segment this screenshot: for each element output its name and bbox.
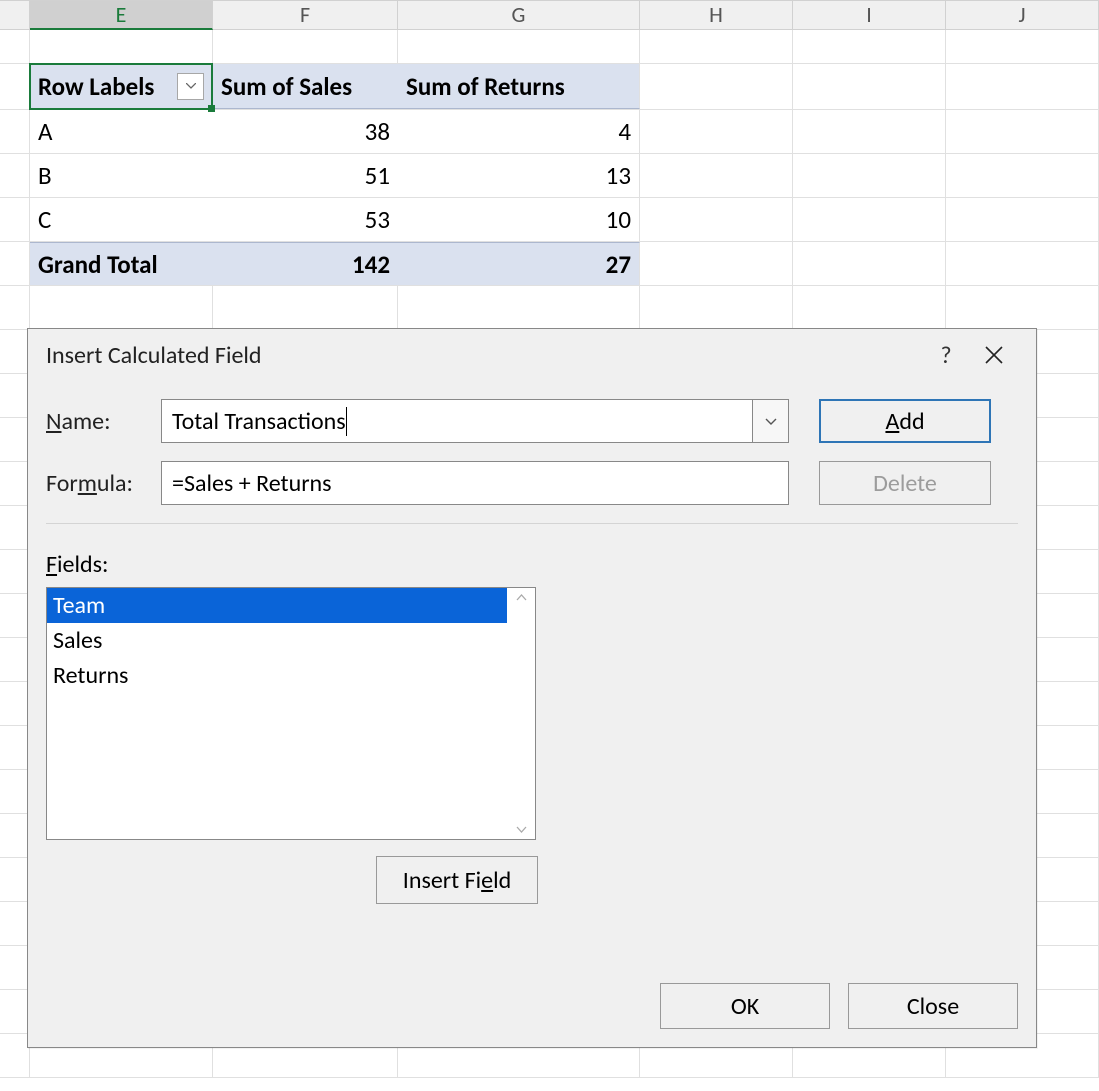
row-header-corner[interactable] — [0, 1, 30, 30]
row-labels-text: Row Labels — [38, 71, 154, 102]
pivot-row-label[interactable]: B — [30, 154, 213, 197]
grid-cell[interactable] — [946, 198, 1099, 241]
pivot-sum-sales-header[interactable]: Sum of Sales — [213, 64, 398, 109]
chevron-down-icon — [186, 83, 196, 89]
field-item-returns[interactable]: Returns — [47, 658, 507, 693]
close-button[interactable]: Close — [848, 983, 1018, 1029]
insert-calculated-field-dialog: Insert Calculated Field ? Name: Total Tr… — [27, 328, 1037, 1048]
formula-input[interactable]: =Sales + Returns — [161, 461, 789, 505]
col-header-J[interactable]: J — [946, 1, 1099, 30]
fields-listbox[interactable]: Team Sales Returns — [46, 587, 536, 840]
grid-cell[interactable] — [793, 286, 946, 329]
pivot-sum-returns-header[interactable]: Sum of Returns — [398, 64, 640, 109]
grid-cell[interactable] — [640, 154, 793, 197]
col-header-H[interactable]: H — [640, 1, 793, 30]
grid-cell[interactable] — [0, 286, 30, 329]
dialog-titlebar[interactable]: Insert Calculated Field ? — [28, 329, 1036, 381]
grid-cell[interactable] — [0, 154, 30, 197]
grid-cell[interactable] — [793, 198, 946, 241]
grid-cell[interactable] — [398, 286, 640, 329]
name-dropdown-button[interactable] — [753, 399, 789, 443]
grid-cell[interactable] — [640, 30, 793, 63]
help-icon: ? — [940, 341, 951, 370]
grid-cell[interactable] — [946, 242, 1099, 285]
col-header-G[interactable]: G — [398, 1, 640, 30]
col-header-I[interactable]: I — [793, 1, 946, 30]
ok-button[interactable]: OK — [660, 983, 830, 1029]
grid-cell[interactable] — [0, 64, 30, 109]
column-headers: E F G H I J — [0, 0, 1099, 30]
grid-cell[interactable] — [793, 242, 946, 285]
col-header-E[interactable]: E — [30, 1, 213, 30]
grid-cell[interactable] — [640, 64, 793, 109]
grid-cell[interactable] — [640, 242, 793, 285]
grid-cell[interactable] — [793, 30, 946, 63]
pivot-cell-returns[interactable]: 13 — [398, 154, 640, 197]
grid-cell[interactable] — [30, 30, 213, 63]
fields-label: Fields: — [46, 550, 1018, 579]
col-header-F[interactable]: F — [213, 1, 398, 30]
help-button[interactable]: ? — [922, 335, 970, 375]
grid-cell[interactable] — [213, 30, 398, 63]
grid-cell[interactable] — [213, 286, 398, 329]
pivot-row-label[interactable]: A — [30, 110, 213, 153]
grid-cell[interactable] — [0, 242, 30, 285]
grid-cell[interactable] — [640, 198, 793, 241]
pivot-row-labels-header[interactable]: Row Labels — [30, 64, 213, 109]
grid-cell[interactable] — [0, 198, 30, 241]
pivot-grand-total-label[interactable]: Grand Total — [30, 242, 213, 285]
name-input-value: Total Transactions — [172, 407, 347, 436]
grid-cell[interactable] — [793, 64, 946, 109]
field-item-team[interactable]: Team — [47, 588, 507, 623]
chevron-down-icon — [516, 826, 527, 833]
grid-cell[interactable] — [946, 154, 1099, 197]
name-label: Name: — [46, 407, 161, 436]
pivot-cell-sales[interactable]: 38 — [213, 110, 398, 153]
formula-input-value: =Sales + Returns — [172, 469, 332, 498]
grid-cell[interactable] — [0, 110, 30, 153]
row-labels-filter-button[interactable] — [177, 73, 204, 100]
pivot-cell-returns[interactable]: 10 — [398, 198, 640, 241]
formula-label: Formula: — [46, 469, 161, 498]
grid-cell[interactable] — [398, 30, 640, 63]
grid-cell[interactable] — [793, 154, 946, 197]
grid-cell[interactable] — [946, 286, 1099, 329]
pivot-grand-total-returns[interactable]: 27 — [398, 242, 640, 285]
close-icon — [985, 346, 1003, 364]
pivot-cell-sales[interactable]: 53 — [213, 198, 398, 241]
dialog-title: Insert Calculated Field — [46, 341, 262, 370]
close-x-button[interactable] — [970, 335, 1018, 375]
pivot-cell-returns[interactable]: 4 — [398, 110, 640, 153]
chevron-up-icon — [516, 594, 527, 601]
name-input[interactable]: Total Transactions — [161, 399, 753, 443]
grid-cell[interactable] — [946, 64, 1099, 109]
insert-field-button[interactable]: Insert Field — [376, 856, 538, 904]
field-item-sales[interactable]: Sales — [47, 623, 507, 658]
delete-button[interactable]: Delete — [819, 461, 991, 505]
pivot-grand-total-sales[interactable]: 142 — [213, 242, 398, 285]
grid-cell[interactable] — [793, 110, 946, 153]
grid-cell[interactable] — [0, 30, 30, 63]
grid-cell[interactable] — [640, 110, 793, 153]
grid-cell[interactable] — [30, 286, 213, 329]
fields-scrollbar[interactable] — [507, 588, 535, 839]
grid-cell[interactable] — [640, 286, 793, 329]
pivot-row-label[interactable]: C — [30, 198, 213, 241]
grid-cell[interactable] — [946, 30, 1099, 63]
add-button[interactable]: Add — [819, 399, 991, 443]
pivot-cell-sales[interactable]: 51 — [213, 154, 398, 197]
divider — [46, 523, 1018, 524]
grid-cell[interactable] — [946, 110, 1099, 153]
chevron-down-icon — [765, 418, 777, 425]
